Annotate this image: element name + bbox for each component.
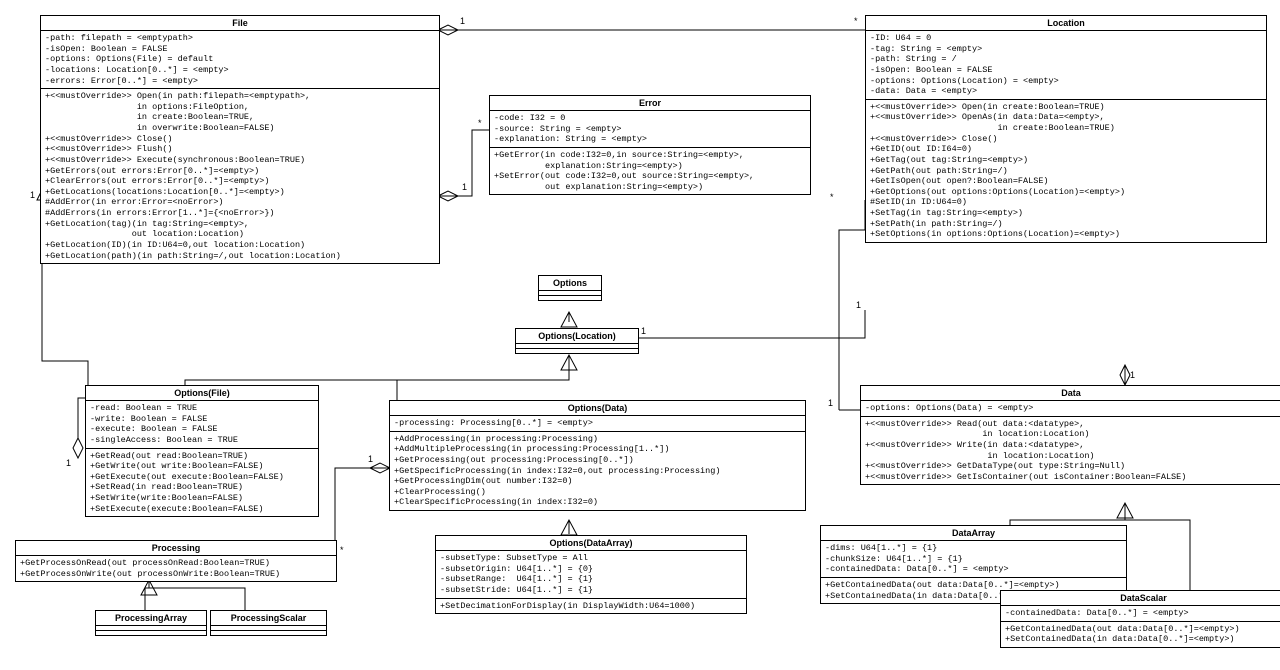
operations: +AddProcessing(in processing:Processing)…	[390, 432, 805, 510]
mult: 1	[828, 398, 833, 408]
mult: *	[340, 545, 344, 555]
class-name: Options(Location)	[516, 329, 638, 343]
operations: +SetDecimationForDisplay(in DisplayWidth…	[436, 599, 746, 614]
class-name: Options(File)	[86, 386, 318, 401]
class-data: Data -options: Options(Data) = <empty> +…	[860, 385, 1280, 485]
class-options: Options	[538, 275, 602, 301]
mult: 1	[462, 182, 467, 192]
attributes: -containedData: Data[0..*] = <empty>	[1001, 606, 1280, 622]
attributes: -dims: U64[1..*] = {1}-chunkSize: U64[1.…	[821, 541, 1126, 578]
class-options-dataarray: Options(DataArray) -subsetType: SubsetTy…	[435, 535, 747, 614]
attributes: -read: Boolean = TRUE-write: Boolean = F…	[86, 401, 318, 449]
operations: +GetContainedData(out data:Data[0..*]=<e…	[1001, 622, 1280, 647]
mult: *	[830, 192, 834, 202]
class-name: Options(DataArray)	[436, 536, 746, 551]
class-location: Location -ID: U64 = 0-tag: String = <emp…	[865, 15, 1267, 243]
class-processing-scalar: ProcessingScalar	[210, 610, 327, 636]
class-processing-array: ProcessingArray	[95, 610, 207, 636]
class-name: Options(Data)	[390, 401, 805, 416]
mult: *	[478, 118, 482, 128]
attributes: -subsetType: SubsetType = All-subsetOrig…	[436, 551, 746, 599]
class-processing: Processing +GetProcessOnRead(out process…	[15, 540, 337, 582]
class-name: Processing	[16, 541, 336, 556]
attributes: -options: Options(Data) = <empty>	[861, 401, 1280, 417]
class-name: DataScalar	[1001, 591, 1280, 606]
class-options-data: Options(Data) -processing: Processing[0.…	[389, 400, 806, 511]
attributes: -path: filepath = <emptypath>-isOpen: Bo…	[41, 31, 439, 89]
mult: 1	[66, 458, 71, 468]
mult: 1	[460, 16, 465, 26]
class-options-file: Options(File) -read: Boolean = TRUE-writ…	[85, 385, 319, 517]
class-name: Options	[539, 276, 601, 290]
operations: +GetProcessOnRead(out processOnRead:Bool…	[16, 556, 336, 581]
class-options-location: Options(Location)	[515, 328, 639, 354]
operations: +<<mustOverride>> Read(out data:<datatyp…	[861, 417, 1280, 485]
attributes: -processing: Processing[0..*] = <empty>	[390, 416, 805, 432]
operations: +<<mustOverride>> Open(in path:filepath=…	[41, 89, 439, 263]
class-name: Error	[490, 96, 810, 111]
class-name: ProcessingArray	[96, 611, 206, 625]
mult: 1	[368, 454, 373, 464]
class-file: File -path: filepath = <emptypath>-isOpe…	[40, 15, 440, 264]
operations: +<<mustOverride>> Open(in create:Boolean…	[866, 100, 1266, 242]
attributes: -ID: U64 = 0-tag: String = <empty>-path:…	[866, 31, 1266, 100]
class-error: Error -code: I32 = 0-source: String = <e…	[489, 95, 811, 195]
mult: 1	[30, 190, 35, 200]
mult: *	[854, 16, 858, 26]
operations: +GetError(in code:I32=0,in source:String…	[490, 148, 810, 195]
class-datascalar: DataScalar -containedData: Data[0..*] = …	[1000, 590, 1280, 648]
mult: 1	[856, 300, 861, 310]
uml-canvas: File -path: filepath = <emptypath>-isOpe…	[10, 10, 1280, 660]
class-name: File	[41, 16, 439, 31]
attributes: -code: I32 = 0-source: String = <empty>-…	[490, 111, 810, 148]
mult: 1	[641, 326, 646, 336]
operations: +GetRead(out read:Boolean=TRUE)+GetWrite…	[86, 449, 318, 517]
class-name: DataArray	[821, 526, 1126, 541]
class-name: Location	[866, 16, 1266, 31]
class-name: ProcessingScalar	[211, 611, 326, 625]
class-name: Data	[861, 386, 1280, 401]
mult: 1	[1130, 370, 1135, 380]
